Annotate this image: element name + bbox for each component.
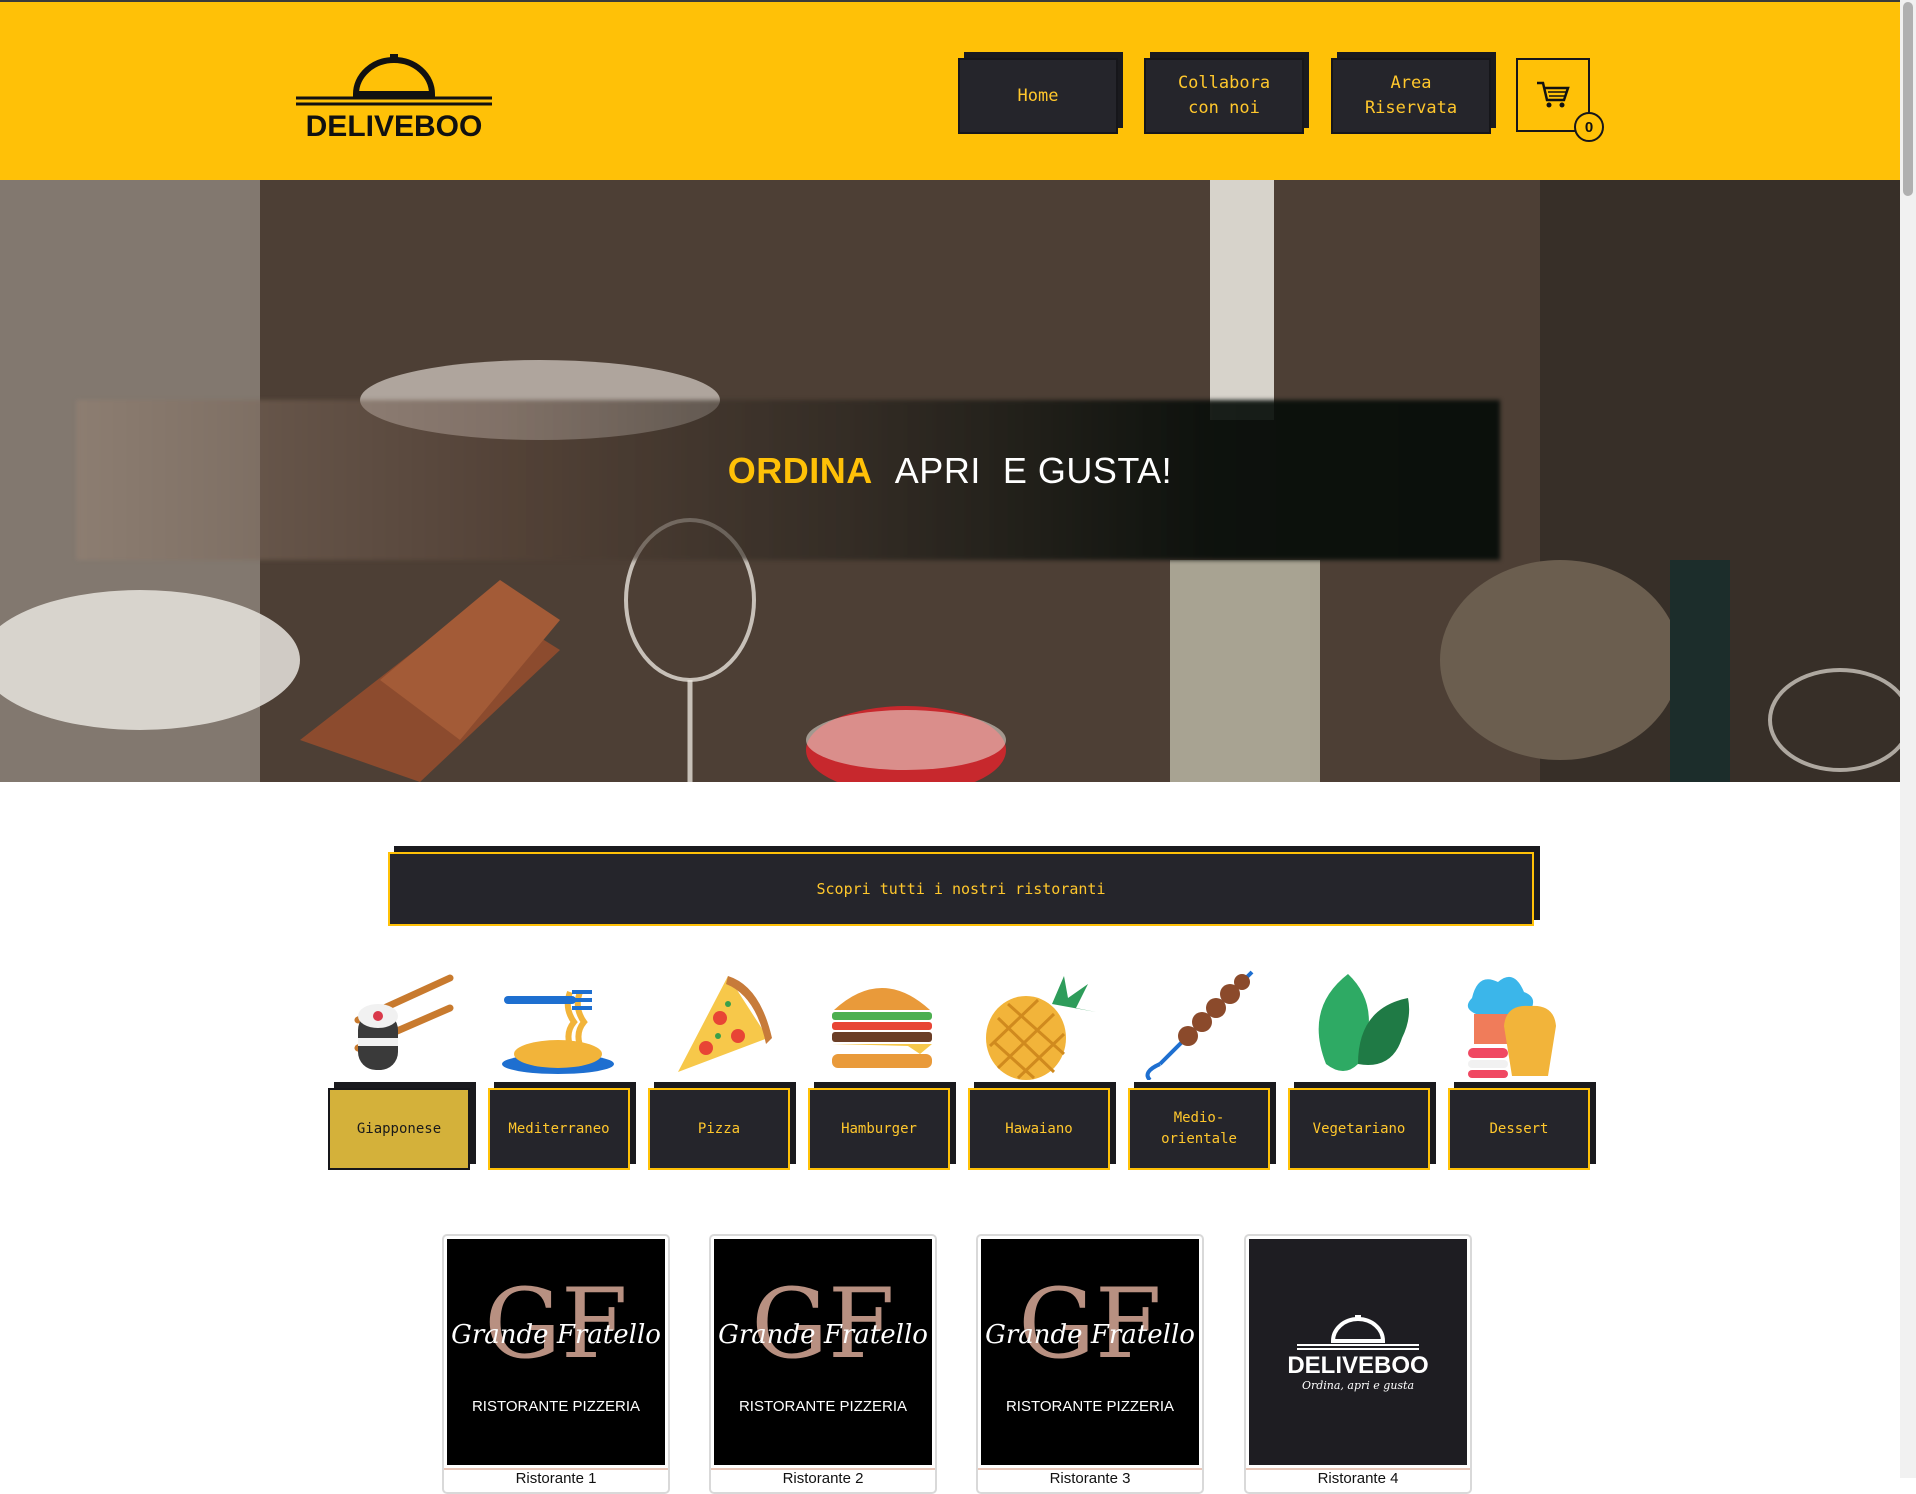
restaurant-logo-title: Grande Fratello <box>451 1320 661 1350</box>
category-button-mediterraneo[interactable]: Mediterraneo <box>488 1088 630 1170</box>
discover-restaurants-label: Scopri tutti i nostri ristoranti <box>816 880 1106 898</box>
hero-banner: ORDINA APRI E GUSTA! <box>0 180 1900 782</box>
nav-collabora-button[interactable]: Collabora con noi <box>1144 52 1311 134</box>
sushi-icon <box>354 974 454 1070</box>
pizza-icon <box>678 976 772 1072</box>
nav-home-label: Home <box>1017 85 1059 106</box>
hero-title-word-2: APRI <box>894 450 981 491</box>
restaurant-logo-subtitle: Ordina, apri e gusta <box>1302 1379 1414 1392</box>
logo-text: DELIVEBOO <box>306 110 483 140</box>
restaurant-logo: GF Grande Fratello RISTORANTE PIZZERIA <box>714 1239 932 1465</box>
category-label: Mediterraneo <box>508 1120 610 1137</box>
restaurant-card[interactable]: GF Grande Fratello RISTORANTE PIZZERIA R… <box>976 1234 1204 1494</box>
nav-area-riservata-label: Area Riservata <box>1364 73 1458 118</box>
restaurant-logo-title: DELIVEBOO <box>1287 1352 1428 1379</box>
nav-collabora-label: Collabora con noi <box>1177 73 1271 118</box>
cart-count-badge: 0 <box>1574 112 1604 142</box>
cart-icon <box>1537 81 1570 108</box>
restaurant-logo-subtitle: RISTORANTE PIZZERIA <box>1006 1398 1174 1415</box>
kebab-icon <box>1145 970 1254 1080</box>
category-label: Hawaiano <box>1005 1120 1073 1137</box>
category-button-dessert[interactable]: Dessert <box>1448 1088 1590 1170</box>
nav-home-button[interactable]: Home <box>958 52 1125 134</box>
category-label: Hamburger <box>841 1120 917 1137</box>
restaurant-card[interactable]: DELIVEBOO Ordina, apri e gusta Ristorant… <box>1244 1234 1472 1494</box>
restaurant-logo-title: Grande Fratello <box>985 1320 1195 1350</box>
category-button-hawaiano[interactable]: Hawaiano <box>968 1088 1110 1170</box>
category-label: Giapponese <box>356 1120 442 1137</box>
category-button-pizza[interactable]: Pizza <box>648 1088 790 1170</box>
hero-title-word-3: E GUSTA! <box>1002 450 1173 491</box>
category-label: Vegetariano <box>1312 1120 1406 1137</box>
pineapple-icon <box>986 976 1096 1080</box>
hero-title-accent: ORDINA <box>727 450 873 491</box>
restaurant-card[interactable]: GF Grande Fratello RISTORANTE PIZZERIA R… <box>709 1234 937 1494</box>
discover-restaurants-button[interactable]: Scopri tutti i nostri ristoranti <box>388 852 1534 926</box>
deliveboo-logo[interactable]: DELIVEBOO <box>296 48 492 140</box>
cupcake-icon <box>1467 976 1556 1078</box>
category-button-giapponese[interactable]: Giapponese <box>328 1088 470 1170</box>
category-button-hamburger[interactable]: Hamburger <box>808 1088 950 1170</box>
category-button-vegetariano[interactable]: Vegetariano <box>1288 1088 1430 1170</box>
category-button-medio-orientale[interactable]: Medio-orientale <box>1128 1088 1270 1170</box>
category-label: Pizza <box>697 1120 741 1137</box>
category-label: Medio-orientale <box>1161 1110 1237 1147</box>
restaurant-card[interactable]: GF Grande Fratello RISTORANTE PIZZERIA R… <box>442 1234 670 1494</box>
restaurant-logo: GF Grande Fratello RISTORANTE PIZZERIA <box>981 1239 1199 1465</box>
hamburger-icon <box>832 988 932 1068</box>
scrollbar-thumb[interactable] <box>1903 2 1913 196</box>
category-label: Dessert <box>1489 1120 1549 1137</box>
hero-title: ORDINA APRI E GUSTA! <box>0 450 1900 492</box>
restaurant-logo-subtitle: RISTORANTE PIZZERIA <box>472 1398 640 1415</box>
nav-area-riservata-button[interactable]: Area Riservata <box>1331 52 1498 134</box>
restaurant-logo: DELIVEBOO Ordina, apri e gusta <box>1249 1239 1467 1465</box>
restaurant-logo-subtitle: RISTORANTE PIZZERIA <box>739 1398 907 1415</box>
page-scrollbar[interactable] <box>1900 0 1916 1478</box>
restaurant-logo: GF Grande Fratello RISTORANTE PIZZERIA <box>447 1239 665 1465</box>
site-header: DELIVEBOO Home Collabora con noi Area Ri… <box>0 2 1900 180</box>
restaurant-logo-title: Grande Fratello <box>718 1320 928 1350</box>
leaf-icon <box>1318 974 1410 1071</box>
pasta-icon <box>502 990 614 1074</box>
